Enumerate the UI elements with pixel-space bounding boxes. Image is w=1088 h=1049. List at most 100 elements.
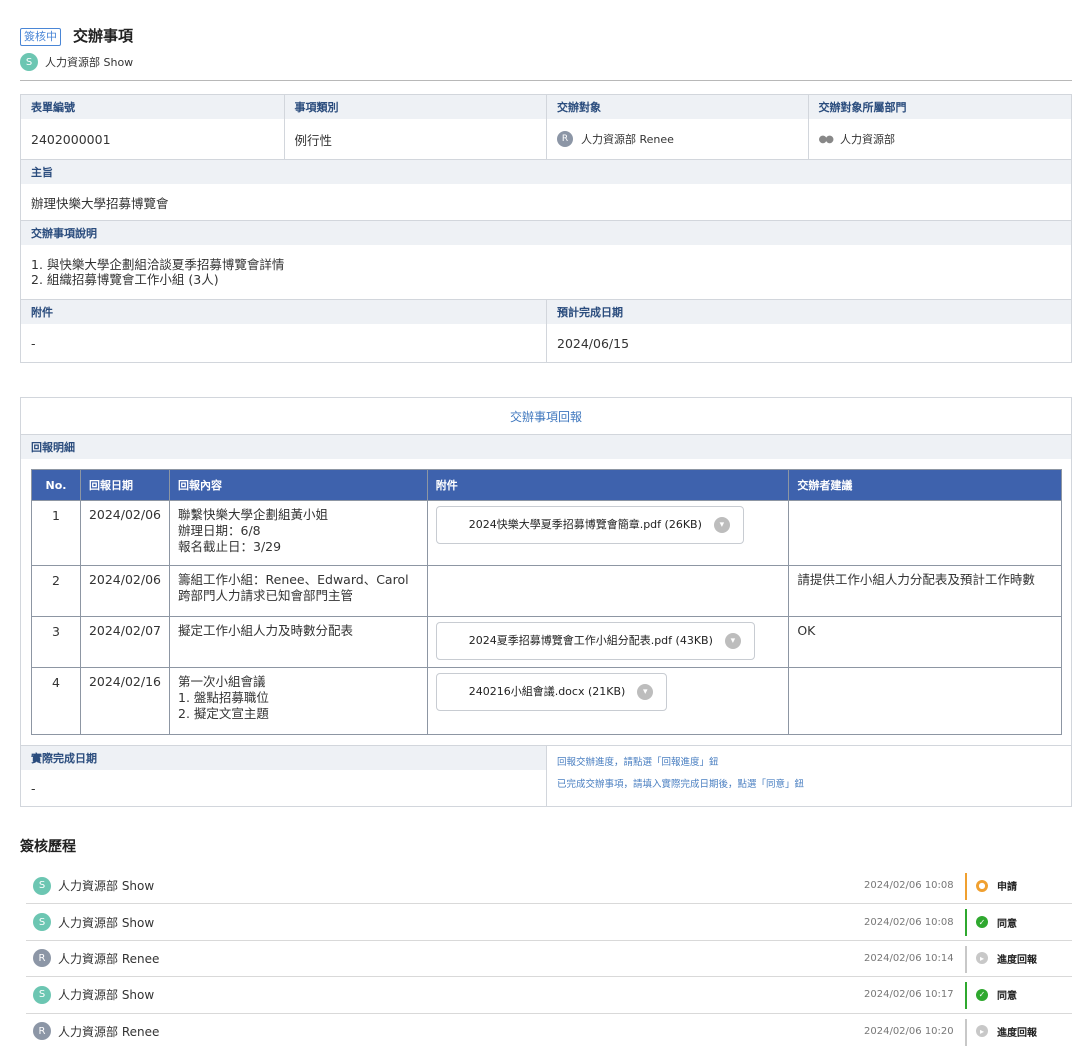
assignee-dept-value: ●● 人力資源部 xyxy=(807,119,1072,159)
content-line: 籌組工作小組：Renee、Edward、Carol xyxy=(178,572,409,587)
row-attachment xyxy=(426,565,790,617)
report-section: 交辦事項回報 回報明細 No. 回報日期 回報內容 附件 交辦者建議 1 202… xyxy=(20,397,1072,807)
row-content: 擬定工作小組人力及時數分配表 xyxy=(169,616,428,668)
row-content: 聯繫快樂大學企劃組黃小姐 辦理日期：6/8 報名截止日：3/29 xyxy=(169,500,428,566)
content-line: 辦理日期：6/8 xyxy=(178,523,261,538)
history-person: 人力資源部 Show xyxy=(58,879,155,894)
status-bar xyxy=(965,873,967,900)
column-header: No. xyxy=(31,469,81,501)
row-date: 2024/02/16 xyxy=(79,667,171,735)
report-table: No. 回報日期 回報內容 附件 交辦者建議 1 2024/02/06 聯繫快樂… xyxy=(31,469,1062,735)
history-action: 進度回報 xyxy=(997,954,1037,966)
history-time: 2024/02/06 10:08 xyxy=(864,916,954,928)
table-row: 4 2024/02/16 第一次小組會議 1. 盤點招募職位 2. 擬定文宣主題… xyxy=(31,667,1062,735)
avatar: S xyxy=(33,876,51,895)
completion-section: 實際完成日期 - 回報交辦進度，請點選「回報進度」鈕 已完成交辦事項，請填入實際… xyxy=(21,745,1071,807)
file-name: 2024夏季招募博覽會工作小組分配表.pdf (43KB) xyxy=(468,634,713,647)
row-date: 2024/02/06 xyxy=(79,500,171,566)
history-action: 申請 xyxy=(997,882,1017,894)
progress-icon: ▸ xyxy=(976,952,988,965)
hint-line: 已完成交辦事項，請填入實際完成日期後，點選「同意」鈕 xyxy=(557,779,805,790)
label-assignee-dept: 交辦對象所屬部門 xyxy=(807,95,1072,119)
column-header: 回報內容 xyxy=(169,469,428,501)
description-line: 2. 組織招募博覽會工作小組 (3人) xyxy=(31,272,219,287)
label-subject: 主旨 xyxy=(31,166,53,179)
chevron-down-icon[interactable]: ▾ xyxy=(713,517,730,533)
row-content: 籌組工作小組：Renee、Edward、Carol 跨部門人力請求已知會部門主管 xyxy=(169,565,428,617)
label-due-date: 預計完成日期 xyxy=(546,300,1071,324)
page-header: 簽核中 交辦事項 S 人力資源部 Show xyxy=(20,26,1072,81)
label-attachment: 附件 xyxy=(31,306,53,319)
page-title: 交辦事項 xyxy=(73,27,134,45)
attachment-value: - xyxy=(31,335,36,351)
row-advice xyxy=(788,500,1062,566)
creator-name: 人力資源部 Show xyxy=(45,56,134,69)
file-attachment[interactable]: 240216小組會議.docx (21KB) ▾ xyxy=(435,673,668,711)
dept-name: 人力資源部 xyxy=(839,133,895,146)
check-icon: ✓ xyxy=(976,916,988,929)
description-value: 1. 與快樂大學企劃組洽談夏季招募博覽會詳情 2. 組織招募博覽會工作小組 (3… xyxy=(21,245,1071,299)
assignee-name: 人力資源部 Renee xyxy=(581,133,674,146)
history-entry: S 人力資源部 Show 2024/02/06 10:08 ● 申請 xyxy=(26,868,1072,905)
file-name: 2024快樂大學夏季招募博覽會簡章.pdf (26KB) xyxy=(468,518,702,531)
row-advice xyxy=(788,667,1062,735)
row-no: 4 xyxy=(31,667,81,735)
content-line: 第一次小組會議 xyxy=(178,674,266,689)
content-line: 1. 盤點招募職位 xyxy=(178,690,269,705)
history-person: 人力資源部 Show xyxy=(58,915,155,930)
history-entry: R 人力資源部 Renee 2024/02/06 10:20 ▸ 進度回報 xyxy=(26,1014,1072,1049)
history-action: 同意 xyxy=(997,918,1017,930)
row-content: 第一次小組會議 1. 盤點招募職位 2. 擬定文宣主題 xyxy=(169,667,428,735)
column-header: 回報日期 xyxy=(79,469,171,501)
content-line: 聯繫快樂大學企劃組黃小姐 xyxy=(178,507,329,522)
table-row: 1 2024/02/06 聯繫快樂大學企劃組黃小姐 辦理日期：6/8 報名截止日… xyxy=(31,500,1062,566)
history-time: 2024/02/06 10:17 xyxy=(864,989,954,1001)
history-person: 人力資源部 Renee xyxy=(58,1024,160,1039)
label-category: 事項類別 xyxy=(283,95,547,119)
history-person: 人力資源部 Renee xyxy=(58,951,160,966)
content-line: 跨部門人力請求已知會部門主管 xyxy=(178,588,354,603)
apply-icon: ● xyxy=(976,879,988,892)
creator-info: S 人力資源部 Show xyxy=(20,53,133,71)
avatar: S xyxy=(20,53,38,71)
content-line: 2. 擬定文宣主題 xyxy=(178,706,269,721)
history-time: 2024/02/06 10:14 xyxy=(864,952,954,964)
history-action: 同意 xyxy=(997,991,1017,1003)
assignee-value: R 人力資源部 Renee xyxy=(546,119,808,159)
file-name: 240216小組會議.docx (21KB) xyxy=(468,685,626,698)
status-bar xyxy=(965,909,967,937)
column-header: 交辦者建議 xyxy=(788,469,1062,501)
file-attachment[interactable]: 2024夏季招募博覽會工作小組分配表.pdf (43KB) ▾ xyxy=(435,622,755,660)
row-no: 1 xyxy=(31,500,81,566)
chevron-down-icon[interactable]: ▾ xyxy=(724,633,741,649)
form-no-value: 2402000001 xyxy=(31,131,111,147)
column-header: 附件 xyxy=(426,469,790,501)
avatar: S xyxy=(33,985,51,1004)
label-actual-date: 實際完成日期 xyxy=(21,746,546,770)
row-advice: OK xyxy=(788,616,1062,668)
report-title: 交辦事項回報 xyxy=(21,398,1071,435)
status-bar xyxy=(965,945,967,973)
row-attachment: 240216小組會議.docx (21KB) ▾ xyxy=(426,667,790,735)
label-assignee: 交辦對象 xyxy=(546,95,808,119)
history-list: S 人力資源部 Show 2024/02/06 10:08 ● 申請 S 人力資… xyxy=(26,868,1072,1049)
avatar: R xyxy=(557,131,573,147)
history-entry: S 人力資源部 Show 2024/02/06 10:17 ✓ 同意 xyxy=(26,977,1072,1014)
avatar: R xyxy=(33,1022,51,1041)
hint-text: 回報交辦進度，請點選「回報進度」鈕 已完成交辦事項，請填入實際完成日期後，點選「… xyxy=(547,746,1071,807)
hint-line: 回報交辦進度，請點選「回報進度」鈕 xyxy=(557,757,719,768)
chevron-down-icon[interactable]: ▾ xyxy=(637,684,654,700)
history-time: 2024/02/06 10:08 xyxy=(864,880,954,892)
description-line: 1. 與快樂大學企劃組洽談夏季招募博覽會詳情 xyxy=(31,257,285,272)
form-details: 表單編號 事項類別 交辦對象 交辦對象所屬部門 2402000001 例行性 R… xyxy=(20,94,1072,363)
row-no: 2 xyxy=(31,565,81,617)
avatar: S xyxy=(33,913,51,932)
report-subtitle: 回報明細 xyxy=(21,435,1071,459)
history-entry: S 人力資源部 Show 2024/02/06 10:08 ✓ 同意 xyxy=(26,904,1072,941)
history-person: 人力資源部 Show xyxy=(58,988,155,1003)
row-advice: 請提供工作小組人力分配表及預計工作時數 xyxy=(788,565,1062,617)
table-row: 3 2024/02/07 擬定工作小組人力及時數分配表 2024夏季招募博覽會工… xyxy=(31,616,1062,668)
row-attachment: 2024快樂大學夏季招募博覽會簡章.pdf (26KB) ▾ xyxy=(426,500,790,566)
file-attachment[interactable]: 2024快樂大學夏季招募博覽會簡章.pdf (26KB) ▾ xyxy=(435,506,744,544)
progress-icon: ▸ xyxy=(976,1025,988,1038)
